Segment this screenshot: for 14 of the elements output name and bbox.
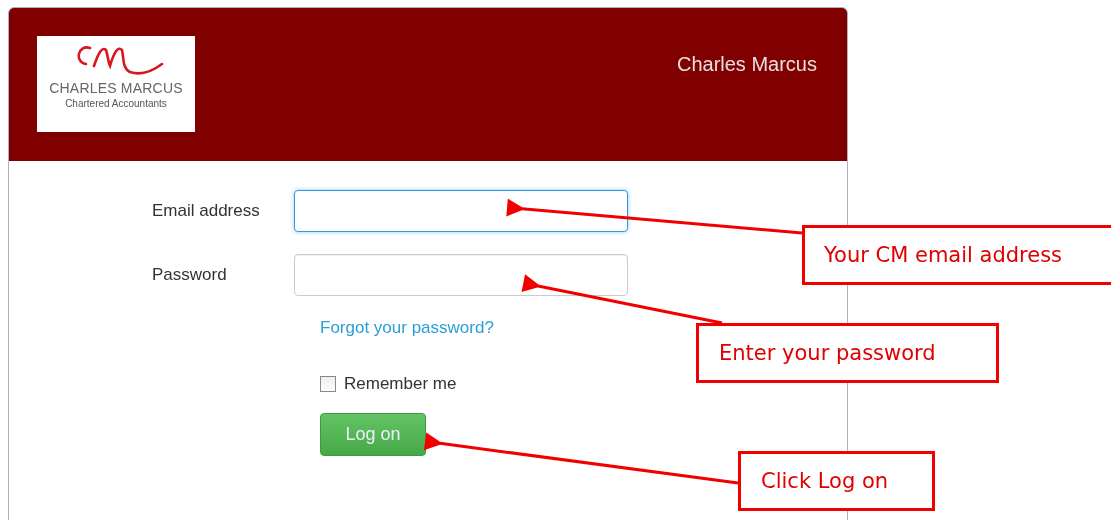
- annotation-callout: Your CM email address: [802, 225, 1111, 285]
- annotation-callout: Click Log on: [738, 451, 935, 511]
- input-field[interactable]: [294, 190, 628, 232]
- log-on-button[interactable]: Log on: [320, 413, 426, 456]
- annotation-callout: Enter your password: [696, 323, 999, 383]
- forgot-password-link[interactable]: Forgot your password?: [320, 318, 494, 338]
- site-title: Charles Marcus: [676, 53, 817, 76]
- logo-tagline: Chartered Accountants: [65, 98, 167, 109]
- field-label: Email address: [152, 201, 261, 221]
- checkbox-label: Remember me: [344, 374, 457, 394]
- field-label: Password: [152, 265, 228, 285]
- remember-checkbox[interactable]: [320, 376, 336, 392]
- logo-name: CHARLES MARCUS: [49, 80, 183, 96]
- input-field[interactable]: [294, 254, 628, 296]
